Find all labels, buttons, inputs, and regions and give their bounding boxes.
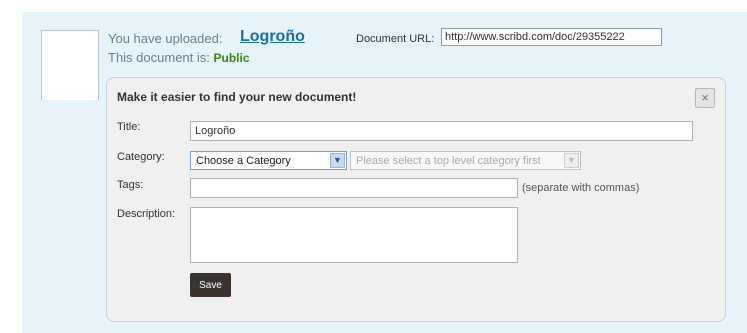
tags-field[interactable]: [190, 178, 518, 198]
tags-label: Tags:: [117, 179, 144, 191]
document-status-prefix: This document is:: [108, 50, 210, 65]
category-select-value: Choose a Category: [196, 155, 291, 167]
category-select[interactable]: Choose a Category ▼: [190, 151, 347, 170]
form-heading: Make it easier to find your new document…: [117, 90, 357, 104]
chevron-down-icon: ▼: [330, 153, 345, 168]
close-icon[interactable]: ×: [695, 88, 715, 108]
document-title-link[interactable]: Logroño: [240, 28, 305, 46]
description-label: Description:: [117, 208, 176, 220]
description-field[interactable]: [190, 207, 518, 263]
document-status: This document is: Public: [108, 50, 250, 65]
title-label: Title:: [117, 121, 141, 133]
document-status-value: Public: [213, 51, 250, 65]
save-button[interactable]: Save: [190, 273, 231, 297]
category-label: Category:: [117, 151, 165, 163]
document-thumbnail: [41, 30, 99, 100]
subcategory-select-value: Please select a top level category first: [356, 155, 541, 167]
uploaded-prefix: You have uploaded:: [108, 31, 223, 46]
tags-hint: (separate with commas): [522, 182, 640, 194]
document-url-label: Document URL:: [356, 33, 435, 45]
document-url-field[interactable]: [441, 28, 662, 46]
title-field[interactable]: [190, 121, 693, 141]
subcategory-select[interactable]: Please select a top level category first…: [350, 151, 581, 170]
chevron-down-icon: ▼: [564, 153, 579, 168]
